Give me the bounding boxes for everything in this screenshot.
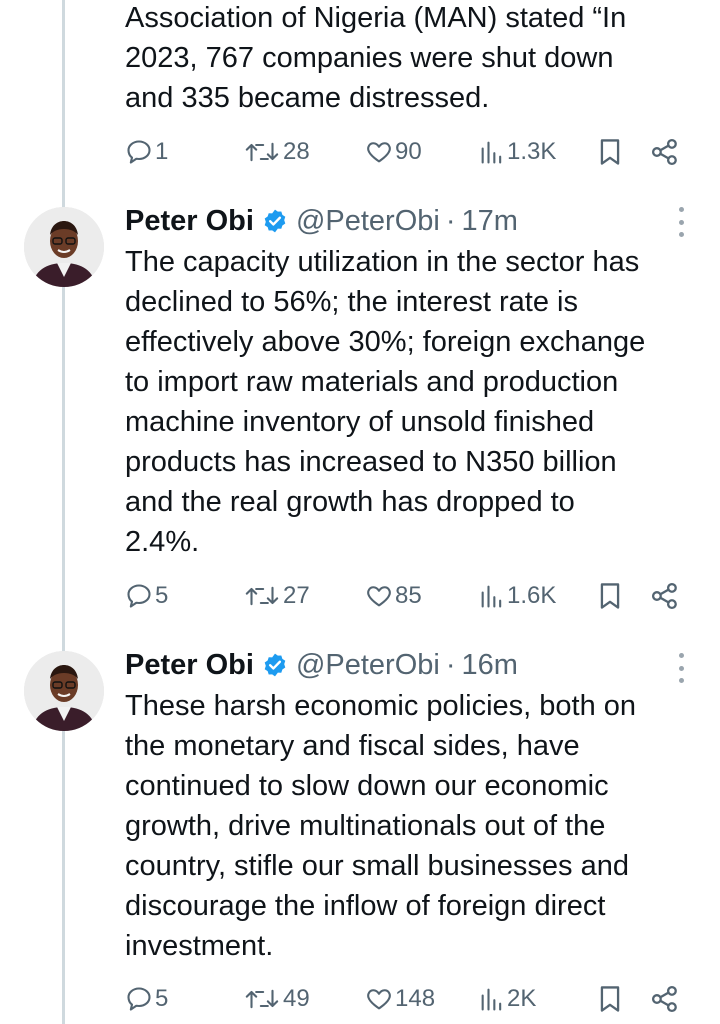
reply-icon bbox=[127, 140, 151, 164]
reply-count: 5 bbox=[155, 582, 169, 609]
views-count: 1.6K bbox=[507, 582, 557, 609]
reply-button[interactable]: 1 bbox=[125, 138, 168, 166]
tweet-actions: 1 28 90 1.3K bbox=[125, 134, 685, 170]
timestamp[interactable]: 16m bbox=[462, 649, 518, 682]
reply-icon bbox=[127, 584, 151, 608]
author-handle[interactable]: @PeterObi bbox=[296, 649, 440, 682]
retweet-count: 28 bbox=[283, 138, 310, 165]
bookmark-button[interactable] bbox=[597, 137, 623, 167]
more-options-icon[interactable] bbox=[676, 653, 686, 683]
tweet-actions: 5 27 85 1.6K bbox=[125, 578, 685, 614]
timestamp[interactable]: 17m bbox=[462, 205, 518, 238]
profile-photo-icon bbox=[24, 651, 104, 731]
tweet-text: Association of Nigeria (MAN) stated “In … bbox=[125, 2, 627, 114]
like-button[interactable]: 90 bbox=[365, 138, 422, 166]
views-button[interactable]: 1.3K bbox=[479, 138, 556, 166]
reply-count: 5 bbox=[155, 985, 169, 1012]
views-icon bbox=[481, 141, 502, 164]
views-icon bbox=[481, 988, 502, 1011]
share-icon bbox=[651, 138, 677, 166]
views-count: 2K bbox=[507, 985, 537, 1012]
tweet-header: Peter Obi @PeterObi · 16m bbox=[125, 645, 518, 685]
retweet-count: 49 bbox=[283, 985, 310, 1012]
verified-badge-icon bbox=[264, 209, 286, 233]
retweet-count: 27 bbox=[283, 582, 310, 609]
retweet-icon bbox=[245, 989, 279, 1009]
share-button[interactable] bbox=[650, 137, 680, 167]
retweet-icon bbox=[245, 586, 279, 606]
more-options-icon[interactable] bbox=[676, 207, 686, 237]
bookmark-icon bbox=[600, 139, 620, 165]
like-count: 148 bbox=[395, 985, 436, 1012]
share-icon bbox=[651, 985, 677, 1013]
retweet-button[interactable]: 49 bbox=[243, 985, 310, 1013]
tweet-header: Peter Obi @PeterObi · 17m bbox=[125, 201, 518, 241]
thread-line bbox=[62, 0, 65, 1024]
separator-dot: · bbox=[445, 648, 456, 681]
bookmark-icon bbox=[600, 986, 620, 1012]
author-handle[interactable]: @PeterObi bbox=[296, 205, 440, 238]
views-button[interactable]: 1.6K bbox=[479, 582, 556, 610]
author-name[interactable]: Peter Obi bbox=[125, 205, 254, 238]
like-button[interactable]: 85 bbox=[365, 582, 422, 610]
author-name[interactable]: Peter Obi bbox=[125, 649, 254, 682]
reply-button[interactable]: 5 bbox=[125, 985, 168, 1013]
profile-photo-icon bbox=[24, 207, 104, 287]
bookmark-button[interactable] bbox=[597, 581, 623, 611]
views-icon bbox=[481, 585, 502, 608]
views-button[interactable]: 2K bbox=[479, 985, 536, 1013]
tweet-actions: 5 49 148 2K bbox=[125, 981, 685, 1017]
bookmark-button[interactable] bbox=[597, 984, 623, 1014]
heart-icon bbox=[367, 586, 391, 607]
avatar[interactable] bbox=[24, 207, 104, 287]
verified-badge-icon bbox=[264, 653, 286, 677]
heart-icon bbox=[367, 142, 391, 163]
avatar[interactable] bbox=[24, 651, 104, 731]
tweet-text: The capacity utilization in the sector h… bbox=[125, 246, 646, 558]
views-count: 1.3K bbox=[507, 138, 557, 165]
reply-count: 1 bbox=[155, 138, 169, 165]
share-icon bbox=[651, 582, 677, 610]
like-count: 85 bbox=[395, 582, 422, 609]
share-button[interactable] bbox=[650, 581, 680, 611]
share-button[interactable] bbox=[650, 984, 680, 1014]
reply-button[interactable]: 5 bbox=[125, 582, 168, 610]
reply-icon bbox=[127, 987, 151, 1011]
heart-icon bbox=[367, 989, 391, 1010]
like-button[interactable]: 148 bbox=[365, 985, 435, 1013]
retweet-icon bbox=[245, 142, 279, 162]
bookmark-icon bbox=[600, 583, 620, 609]
tweet-text: These harsh economic policies, both on t… bbox=[125, 690, 637, 962]
like-count: 90 bbox=[395, 138, 422, 165]
retweet-button[interactable]: 27 bbox=[243, 582, 310, 610]
separator-dot: · bbox=[445, 204, 456, 237]
retweet-button[interactable]: 28 bbox=[243, 138, 310, 166]
